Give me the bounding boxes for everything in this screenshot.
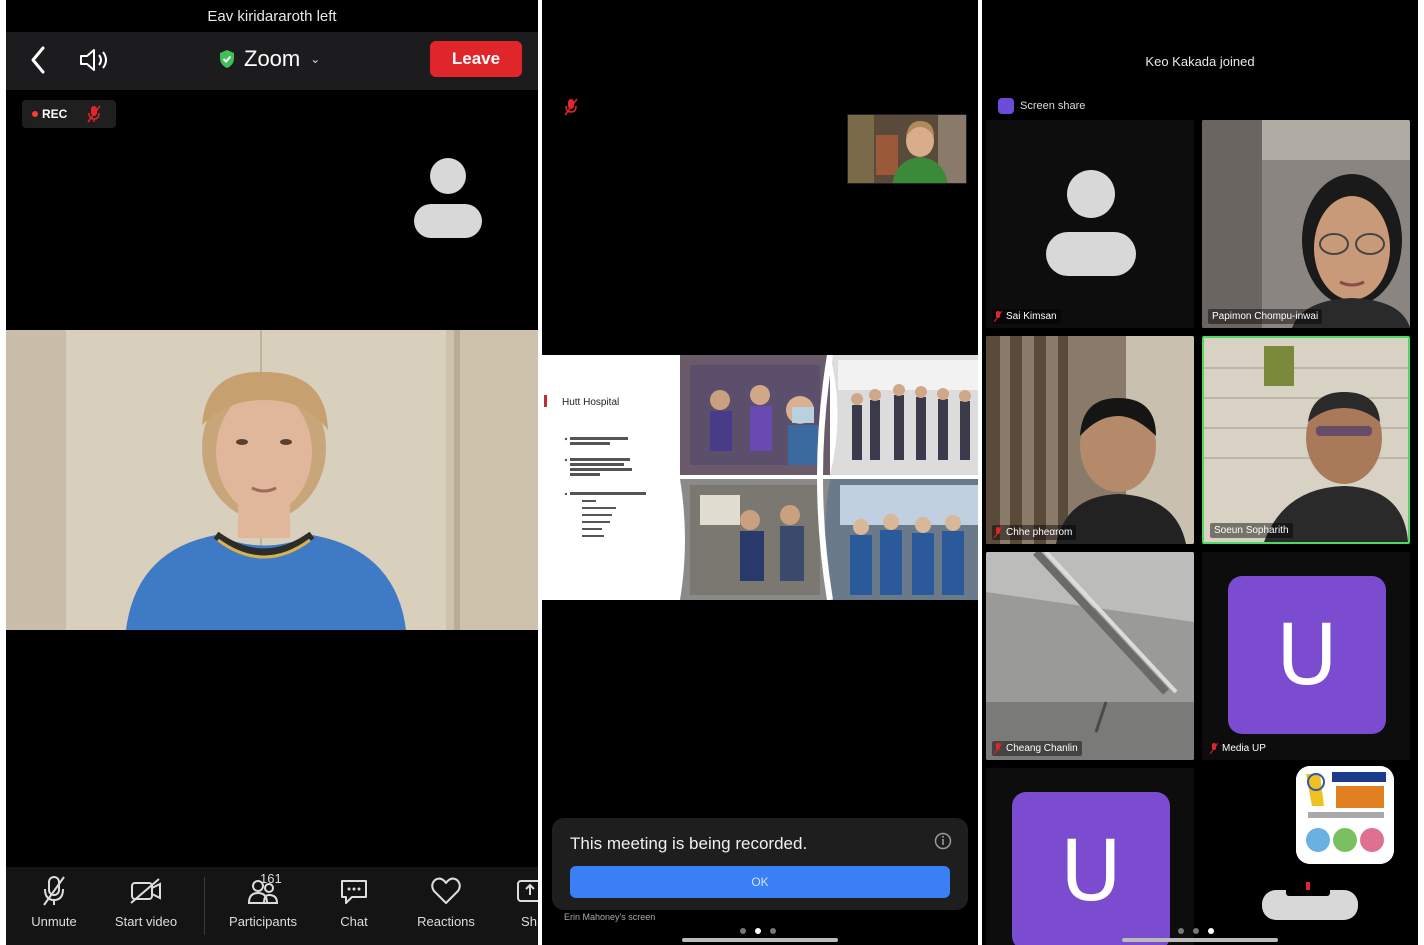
slide-bullet-list — [564, 433, 674, 566]
recording-notice-text: This meeting is being recorded. — [570, 834, 808, 853]
chat-bubble-icon — [341, 880, 367, 904]
participant-video — [986, 336, 1194, 544]
screen-share-icon — [998, 98, 1014, 114]
chevron-down-icon: ⌄ — [310, 52, 321, 66]
mic-muted-icon — [87, 105, 101, 123]
shared-screen-slide: Hutt Hospital — [542, 355, 978, 600]
self-view-mini-icon — [1262, 880, 1358, 920]
leave-button[interactable]: Leave — [430, 41, 522, 77]
unmute-label: Unmute — [31, 914, 77, 929]
slide-title: Hutt Hospital — [562, 397, 620, 408]
page-indicator[interactable] — [1178, 928, 1214, 934]
recording-ok-button[interactable]: OK — [570, 866, 950, 898]
reactions-label: Reactions — [417, 914, 475, 929]
participant-tile[interactable]: Cheang Chanlin — [986, 552, 1194, 760]
reactions-button[interactable]: Reactions — [410, 875, 482, 929]
page-dot — [770, 928, 776, 934]
recording-notice-toast: This meeting is being recorded. OK — [552, 818, 968, 910]
recording-label: REC — [42, 107, 68, 121]
participant-video — [986, 552, 1194, 760]
participant-name: Cheang Chanlin — [992, 741, 1082, 756]
home-indicator[interactable] — [1122, 938, 1278, 942]
home-indicator[interactable] — [682, 938, 838, 942]
recording-dot-icon — [32, 111, 38, 117]
back-chevron-icon[interactable] — [28, 44, 48, 76]
screen-share-label: Screen share — [1020, 100, 1086, 112]
screen-share-indicator[interactable]: Screen share — [998, 98, 1085, 114]
toolbar-divider — [204, 877, 205, 935]
meeting-top-bar: Zoom ⌄ Leave — [6, 32, 538, 90]
participants-label: Participants — [229, 914, 297, 929]
info-icon[interactable] — [934, 832, 952, 850]
presenter-thumbnail-video[interactable] — [847, 114, 967, 184]
page-dot — [1193, 928, 1199, 934]
organization-logo — [1296, 766, 1394, 864]
meeting-view-gallery: Keo Kakada joined Screen share ✋ Sai Kim… — [982, 0, 1418, 945]
participant-tile[interactable]: U — [986, 768, 1194, 945]
chat-button[interactable]: Chat — [334, 875, 374, 929]
slide-photo-collage — [675, 355, 978, 600]
participant-name: Media UP — [1208, 741, 1270, 756]
share-label: Sh — [521, 914, 537, 929]
mic-muted-icon — [994, 527, 1002, 538]
letter-avatar: U — [1228, 576, 1386, 734]
letter-avatar: U — [1012, 792, 1170, 945]
participant-tile[interactable]: Chhe pheαrom — [986, 336, 1194, 544]
participants-count: 161 — [260, 871, 282, 886]
mic-muted-icon — [564, 98, 578, 116]
chat-label: Chat — [340, 914, 368, 929]
meeting-control-toolbar: Unmute Start video 161 Participants Chat… — [6, 867, 538, 945]
participant-video — [1204, 338, 1408, 542]
meeting-title-dropdown[interactable]: Zoom ⌄ — [218, 46, 320, 72]
participant-tile[interactable]: Papimon Chompu-inwai — [1202, 120, 1410, 328]
participant-tile[interactable]: U Media UP — [1202, 552, 1410, 760]
participant-left-notification: Eav kiridararoth left — [207, 8, 337, 25]
mic-muted-icon — [994, 743, 1002, 754]
page-dot-active — [755, 928, 761, 934]
unmute-button[interactable]: Unmute — [24, 875, 84, 929]
share-screen-icon — [517, 880, 538, 902]
mic-muted-icon — [994, 311, 1002, 322]
mic-muted-icon — [43, 876, 65, 906]
participant-video — [1202, 120, 1410, 328]
page-indicator[interactable] — [740, 928, 776, 934]
page-dot — [740, 928, 746, 934]
start-video-label: Start video — [114, 914, 178, 929]
participant-name: Sai Kimsan — [992, 309, 1061, 324]
recording-badge: REC — [22, 100, 116, 128]
participant-name: Soeun Sopharith — [1210, 523, 1293, 538]
speaker-icon[interactable] — [78, 46, 112, 74]
page-dot — [1178, 928, 1184, 934]
participant-name: Papimon Chompu-inwai — [1208, 309, 1323, 324]
active-speaker-video — [6, 330, 538, 630]
meeting-title: Zoom — [244, 46, 301, 71]
participant-tile-active-speaker[interactable]: Soeun Sopharith — [1202, 336, 1410, 544]
participant-joined-notification: Keo Kakada joined — [1145, 54, 1255, 69]
start-video-button[interactable]: Start video — [106, 875, 186, 929]
meeting-view-speaker: Eav kiridararoth left Zoom ⌄ Leave REC U… — [6, 0, 538, 945]
share-button[interactable]: Sh — [514, 875, 538, 929]
meeting-view-screen-share: Hutt Hospital This meeting is being reco… — [542, 0, 978, 945]
participant-tile[interactable]: Sai Kimsan — [986, 120, 1194, 328]
page-dot-active — [1208, 928, 1214, 934]
participant-name: Chhe pheαrom — [992, 525, 1077, 540]
mic-muted-icon — [1210, 743, 1218, 754]
participants-button[interactable]: 161 Participants — [220, 871, 306, 929]
video-off-icon — [130, 878, 161, 904]
self-avatar-placeholder-icon — [414, 158, 482, 238]
screen-owner-label: Erin Mahoney's screen — [564, 912, 656, 922]
encryption-shield-icon — [220, 50, 234, 68]
avatar-placeholder-icon — [1046, 170, 1136, 276]
heart-icon — [431, 877, 461, 904]
